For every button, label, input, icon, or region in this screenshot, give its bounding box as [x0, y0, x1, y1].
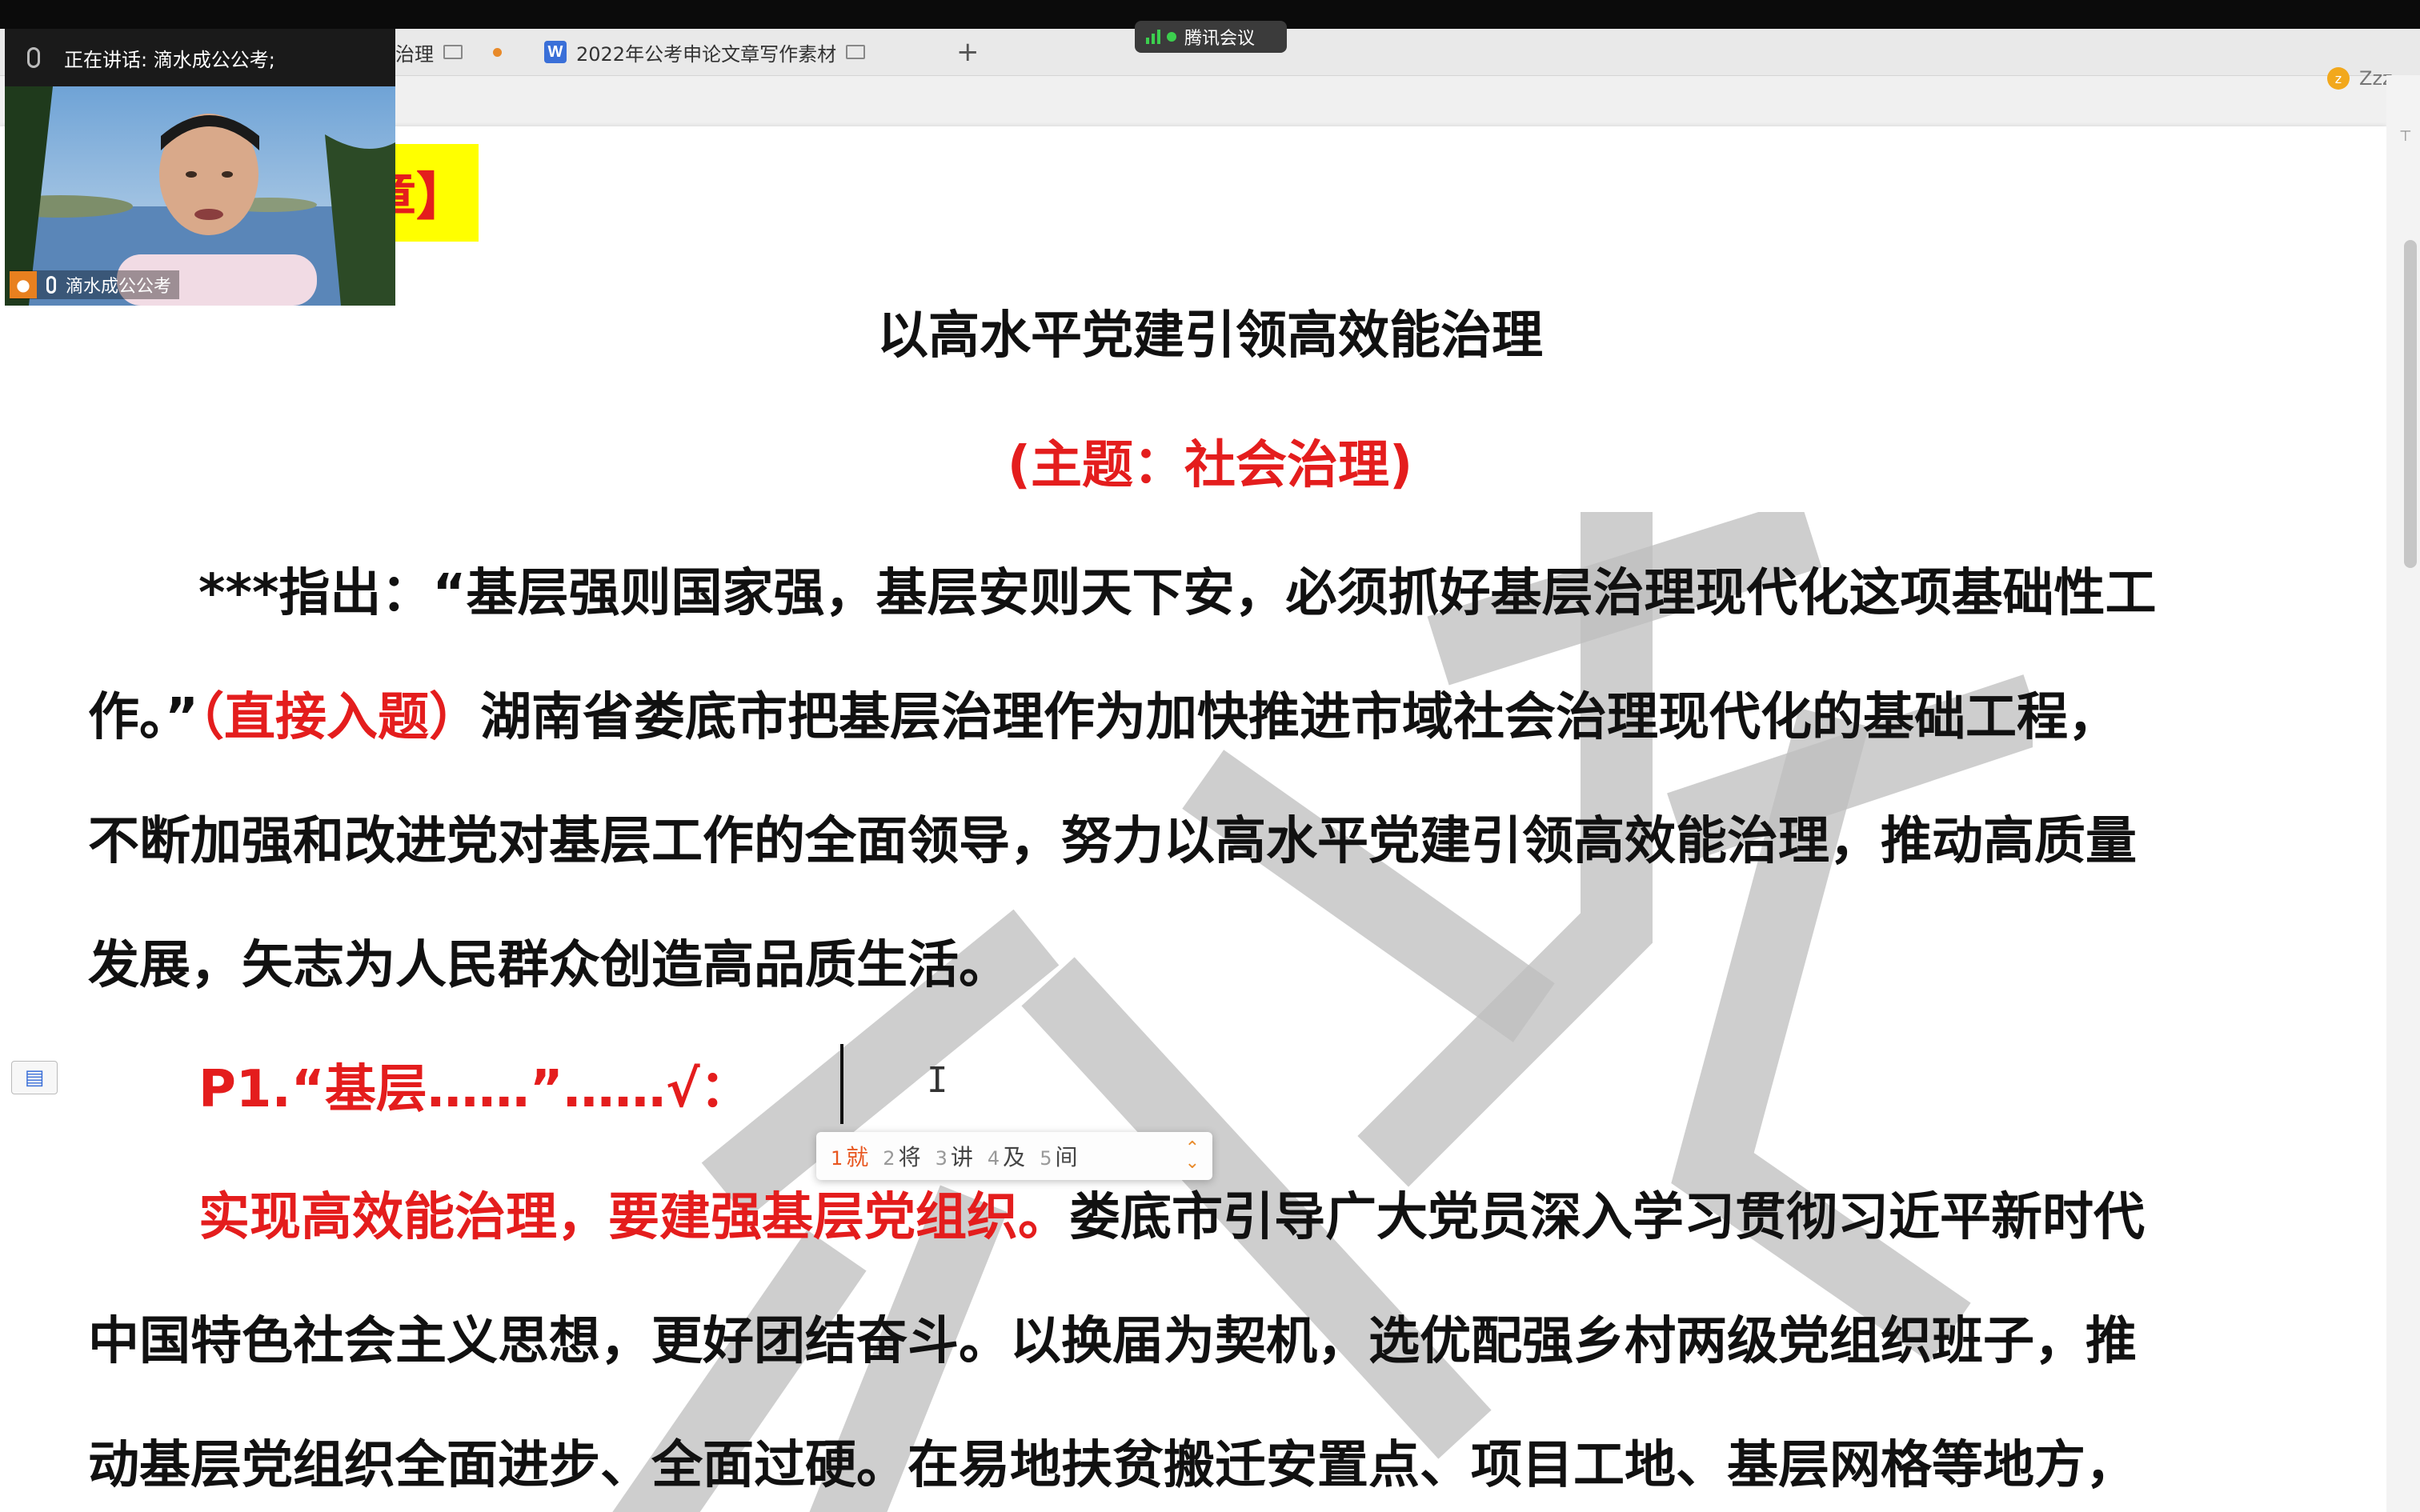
tab-writing-material[interactable]: W 2022年公考申论文章写作素材 — [544, 29, 944, 75]
paragraph-line: 实现高效能治理，要建强基层党组织。娄底市引导广大党员深入学习贯彻习近平新时代 — [198, 1176, 2145, 1250]
user-status[interactable]: z Zzz — [2327, 67, 2393, 90]
ime-pager-icon[interactable]: ⌃ ⌄ — [1185, 1140, 1200, 1172]
annotation-run: （直接入题） — [198, 688, 481, 747]
section-heading-p1: P1.“基层……”……√： — [198, 1060, 751, 1119]
speaking-label: 正在讲话: 滴水成公公考; — [64, 48, 275, 71]
mic-icon — [27, 47, 40, 68]
paragraph-line: ***指出：“基层强则国家强，基层安则天下安，必须抓好基层治理现代化这项基础性工 — [198, 564, 2157, 623]
mic-icon — [46, 276, 56, 294]
meeting-title: 腾讯会议 — [1184, 29, 1256, 49]
monitor-icon — [846, 45, 866, 59]
scrollbar-thumb[interactable] — [2404, 240, 2417, 568]
ime-candidate[interactable]: 5间 — [1040, 1140, 1077, 1172]
signal-icon — [1146, 30, 1160, 44]
ime-candidate[interactable]: 2将 — [883, 1140, 920, 1172]
ime-candidate-bar[interactable]: 1就 2将 3讲 4及 5间 ⌃ ⌄ — [816, 1132, 1212, 1180]
recording-dot-icon — [1167, 32, 1176, 42]
paragraph-line: 作。”（直接入题）湖南省娄底市把基层治理作为加快推进市域社会治理现代化的基础工程… — [88, 676, 2119, 750]
paragraph-line: 不断加强和改进党对基层工作的全面领导，努力以高水平党建引领高效能治理，推动高质量 — [88, 812, 2137, 871]
video-window[interactable]: 正在讲话: 滴水成公公考; ● 滴水成公公考 — [5, 29, 395, 306]
speaking-indicator: 正在讲话: 滴水成公公考; — [5, 29, 395, 86]
unsaved-dot-icon — [493, 47, 502, 57]
participant-name: 滴水成公公考 — [66, 277, 172, 297]
paragraph-line: 动基层党组织全面进步、全面过硬。在易地扶贫搬迁安置点、项目工地、基层网格等地方， — [88, 1436, 2137, 1495]
participant-tag: ● 滴水成公公考 — [10, 270, 180, 299]
person-icon: ● — [10, 271, 37, 298]
ime-candidate[interactable]: 4及 — [988, 1140, 1025, 1172]
word-doc-icon: W — [544, 41, 567, 63]
monitor-icon — [443, 45, 463, 59]
new-tab-button[interactable]: + — [956, 29, 980, 75]
text-run: 湖南省娄底市把基层治理作为加快推进市域社会治理现代化的基础工程， — [480, 688, 2120, 747]
mouse-ibeam-icon: I — [927, 1060, 948, 1101]
ruler-toggle-icon[interactable]: ⊤ — [2399, 128, 2415, 147]
highlighted-heading-fragment: 章】 — [365, 144, 479, 242]
ime-candidate[interactable]: 1就 — [831, 1140, 868, 1172]
tab-label: 2022年公考申论文章写作素材 — [576, 42, 837, 66]
paragraph-line: 发展，矢志为人民群众创造高品质生活。 — [88, 936, 1010, 995]
text-cursor — [840, 1044, 843, 1124]
meeting-indicator[interactable]: 腾讯会议 — [1135, 21, 1287, 53]
key-point-run: 实现高效能治理，要建强基层党组织。 — [198, 1188, 1069, 1247]
text-run: 娄底市引导广大党员深入学习贯彻习近平新时代 — [1069, 1188, 2145, 1247]
paragraph-line: 中国特色社会主义思想，更好团结奋斗。以换届为契机，选优配强乡村两级党组织班子，推 — [88, 1312, 2137, 1371]
paste-options-icon[interactable]: ▤ — [11, 1061, 58, 1094]
ime-candidate[interactable]: 3讲 — [936, 1140, 973, 1172]
text-run: 作。” — [88, 688, 199, 747]
document-subtitle: (主题：社会治理) — [1007, 436, 1413, 495]
avatar-icon: z — [2327, 67, 2350, 90]
tab-social-governance[interactable]: 会治理 — [376, 29, 536, 75]
